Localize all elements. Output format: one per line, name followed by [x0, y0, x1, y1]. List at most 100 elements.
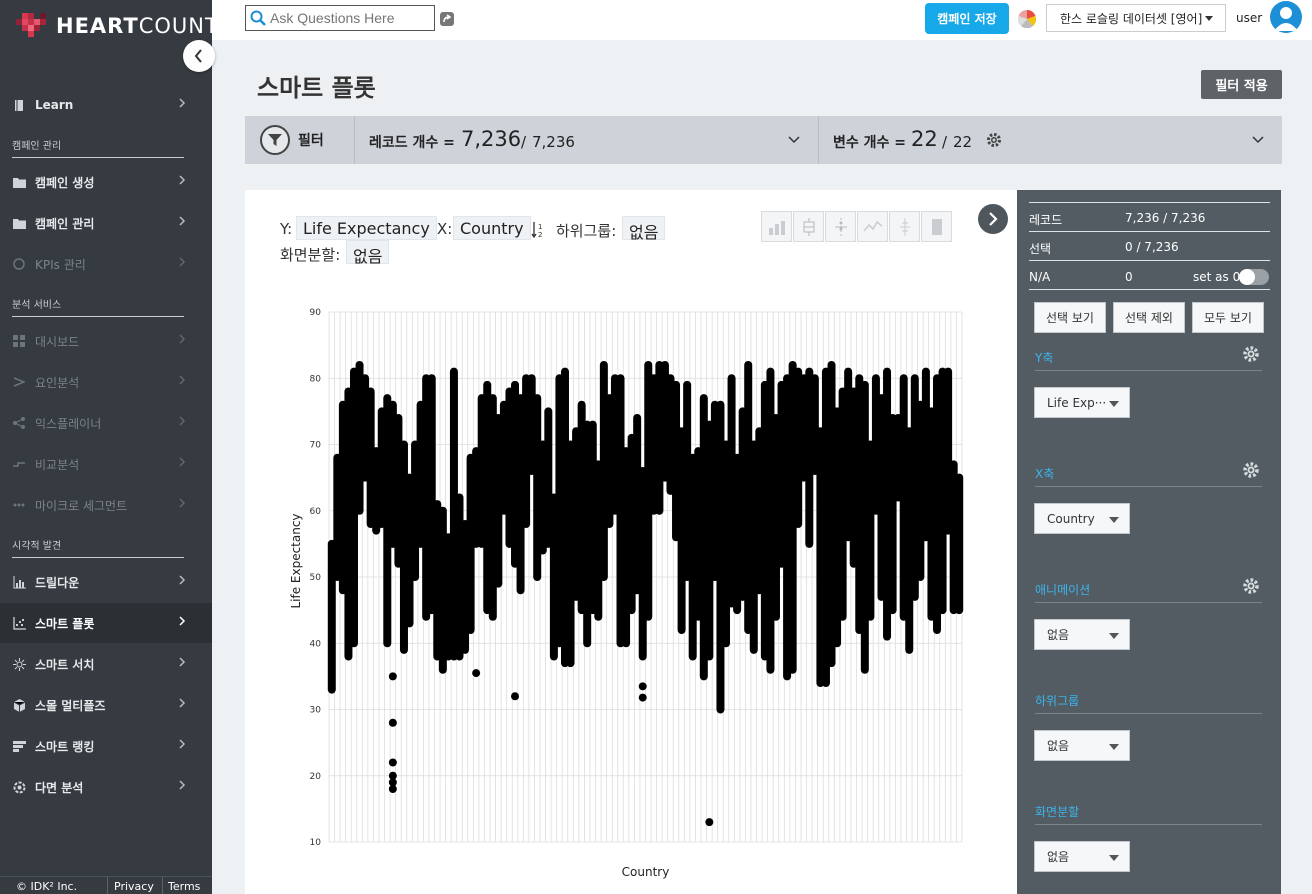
- top-bar: 캠페인 저장 한스 로슬링 데이터셋 [영어] user: [212, 0, 1312, 40]
- sidebar-item-explainer[interactable]: 익스플레이너: [0, 403, 212, 443]
- view-all-button[interactable]: 모두 보기: [1192, 302, 1264, 333]
- line-chart-tool[interactable]: [857, 211, 888, 242]
- distribution-tool[interactable]: [889, 211, 920, 242]
- right-control-panel: 레코드 7,236 / 7,236 선택 0 / 7,236 N/A 0 set…: [1017, 190, 1281, 894]
- copyright: © IDK² Inc.: [16, 880, 78, 893]
- search-box[interactable]: [245, 5, 435, 31]
- caret-down-icon: [1205, 16, 1213, 21]
- save-campaign-button[interactable]: 캠페인 저장: [925, 3, 1009, 34]
- sidebar-item-small-multiples[interactable]: 스몰 멀티플즈: [0, 685, 212, 725]
- data-point: [388, 672, 397, 681]
- dataset-select[interactable]: 한스 로슬링 데이터셋 [영어]: [1046, 4, 1226, 32]
- logo[interactable]: HEARTCOUNT: [16, 10, 219, 42]
- chevron-right-icon: [179, 780, 186, 790]
- collapse-sidebar-button[interactable]: [183, 40, 215, 72]
- split-encoding-chip[interactable]: 없음: [346, 240, 390, 266]
- bar-chart-icon: [768, 220, 785, 235]
- animation-select[interactable]: 없음: [1034, 619, 1130, 650]
- cube-icon: [12, 698, 26, 712]
- split-select[interactable]: 없음: [1034, 841, 1130, 872]
- sidebar-item-compare[interactable]: 비교분석: [0, 444, 212, 484]
- caret-down-icon: [1109, 744, 1119, 750]
- record-label: 레코드: [1029, 213, 1063, 227]
- subgroup-encoding-chip[interactable]: 없음: [622, 216, 666, 242]
- sidebar-item-smart-plot[interactable]: 스마트 플롯: [0, 603, 212, 643]
- x-axis-label: Country: [622, 865, 670, 879]
- subgroup-select[interactable]: 없음: [1034, 730, 1130, 761]
- privacy-link[interactable]: Privacy: [114, 880, 154, 893]
- record-value: 7,236 / 7,236: [1125, 211, 1206, 225]
- sidebar-item-drilldown[interactable]: 드릴다운: [0, 562, 212, 602]
- table-tool[interactable]: [921, 211, 952, 242]
- gear-icon[interactable]: [1242, 461, 1260, 479]
- line-chart-icon: [862, 220, 882, 231]
- y-axis-select[interactable]: Life Exp···: [1034, 387, 1130, 418]
- sidebar-item-factor-analysis[interactable]: 요인분석: [0, 362, 212, 402]
- sidebar-item-smart-ranking[interactable]: 스마트 랭킹: [0, 726, 212, 766]
- chevron-right-icon: [179, 98, 186, 108]
- gear-icon[interactable]: [1242, 577, 1260, 595]
- na-label: N/A: [1029, 270, 1051, 284]
- apply-filter-button[interactable]: 필터 적용: [1201, 70, 1282, 99]
- data-point: [388, 718, 397, 727]
- gear-icon: [12, 780, 26, 794]
- animation-section-header: 애니메이션: [1035, 578, 1262, 603]
- book-icon: [12, 98, 26, 112]
- set-as-zero-toggle[interactable]: [1239, 269, 1269, 285]
- data-point: [638, 693, 647, 702]
- sidebar-item-learn[interactable]: Learn: [0, 85, 212, 125]
- sidebar-item-label: 익스플레이너: [35, 416, 102, 431]
- y-tick-label: 10: [310, 838, 322, 848]
- x-axis-section-header: X축: [1035, 462, 1262, 487]
- section-header-campaign: 캠페인 관리: [12, 137, 184, 158]
- sidebar-item-smart-search[interactable]: 스마트 서치: [0, 644, 212, 684]
- sidebar-item-create-campaign[interactable]: 캠페인 생성: [0, 162, 212, 202]
- y-encoding-label: Y:: [280, 220, 293, 238]
- search-icon: [250, 10, 266, 26]
- chevron-right-icon: [179, 457, 186, 467]
- sidebar-footer: © IDK² Inc. Privacy Terms: [0, 876, 212, 894]
- split-encoding-label: 화면분할:: [280, 246, 341, 264]
- svg-text:1: 1: [538, 223, 542, 231]
- variable-count-section[interactable]: 변수 개수 = 22 / 22: [820, 116, 1282, 164]
- chevron-right-icon: [179, 216, 186, 226]
- sidebar-item-multi-facet[interactable]: 다면 분석: [0, 767, 212, 807]
- sort-ascending-icon[interactable]: 12: [531, 221, 545, 239]
- x-axis-select[interactable]: Country: [1034, 503, 1130, 534]
- color-palette-icon[interactable]: [1018, 10, 1036, 28]
- sidebar-item-kpis[interactable]: KPIs 관리: [0, 244, 212, 284]
- terms-link[interactable]: Terms: [168, 880, 200, 893]
- filter-button[interactable]: 필터: [245, 116, 355, 164]
- search-input[interactable]: [270, 10, 430, 26]
- boxplot-tool[interactable]: [793, 211, 824, 242]
- data-point: [638, 682, 647, 691]
- folder-manage-icon: [12, 216, 26, 230]
- sidebar-item-dashboard[interactable]: 대시보드: [0, 321, 212, 361]
- share-icon[interactable]: [440, 12, 454, 26]
- chevron-down-icon: [1252, 136, 1264, 144]
- sidebar-item-label: 캠페인 관리: [35, 216, 95, 231]
- avatar[interactable]: [1270, 1, 1302, 33]
- variable-count-total: 22: [953, 133, 973, 151]
- scatter-chart[interactable]: 10 20 30 40 50 60 70 80 90 Country Life Expectancy: [245, 190, 1017, 894]
- exclude-selected-button[interactable]: 선택 제외: [1113, 302, 1185, 333]
- chevron-right-icon: [179, 657, 186, 667]
- gear-icon[interactable]: [1242, 345, 1260, 363]
- scatter-tool[interactable]: [825, 211, 856, 242]
- chevron-right-icon: [179, 175, 186, 185]
- next-button[interactable]: [978, 204, 1008, 234]
- x-encoding-chip[interactable]: Country: [453, 216, 531, 240]
- gear-icon[interactable]: [986, 132, 1002, 148]
- record-count-section[interactable]: 레코드 개수 = 7,236 / 7,236: [356, 116, 819, 164]
- y-encoding-chip[interactable]: Life Expectancy: [296, 216, 437, 240]
- sidebar-item-label: 스마트 서치: [35, 657, 95, 672]
- section-header-analysis: 분석 서비스: [12, 296, 184, 317]
- sidebar-item-manage-campaign[interactable]: 캠페인 관리: [0, 203, 212, 243]
- bar-chart-tool[interactable]: [761, 211, 792, 242]
- chevron-right-icon: [179, 698, 186, 708]
- chevron-right-icon: [179, 498, 186, 508]
- sidebar-item-micro-segment[interactable]: 마이크로 세그먼트: [0, 485, 212, 525]
- y-tick-label: 80: [310, 374, 322, 384]
- view-selected-button[interactable]: 선택 보기: [1034, 302, 1106, 333]
- y-tick-label: 70: [310, 441, 322, 451]
